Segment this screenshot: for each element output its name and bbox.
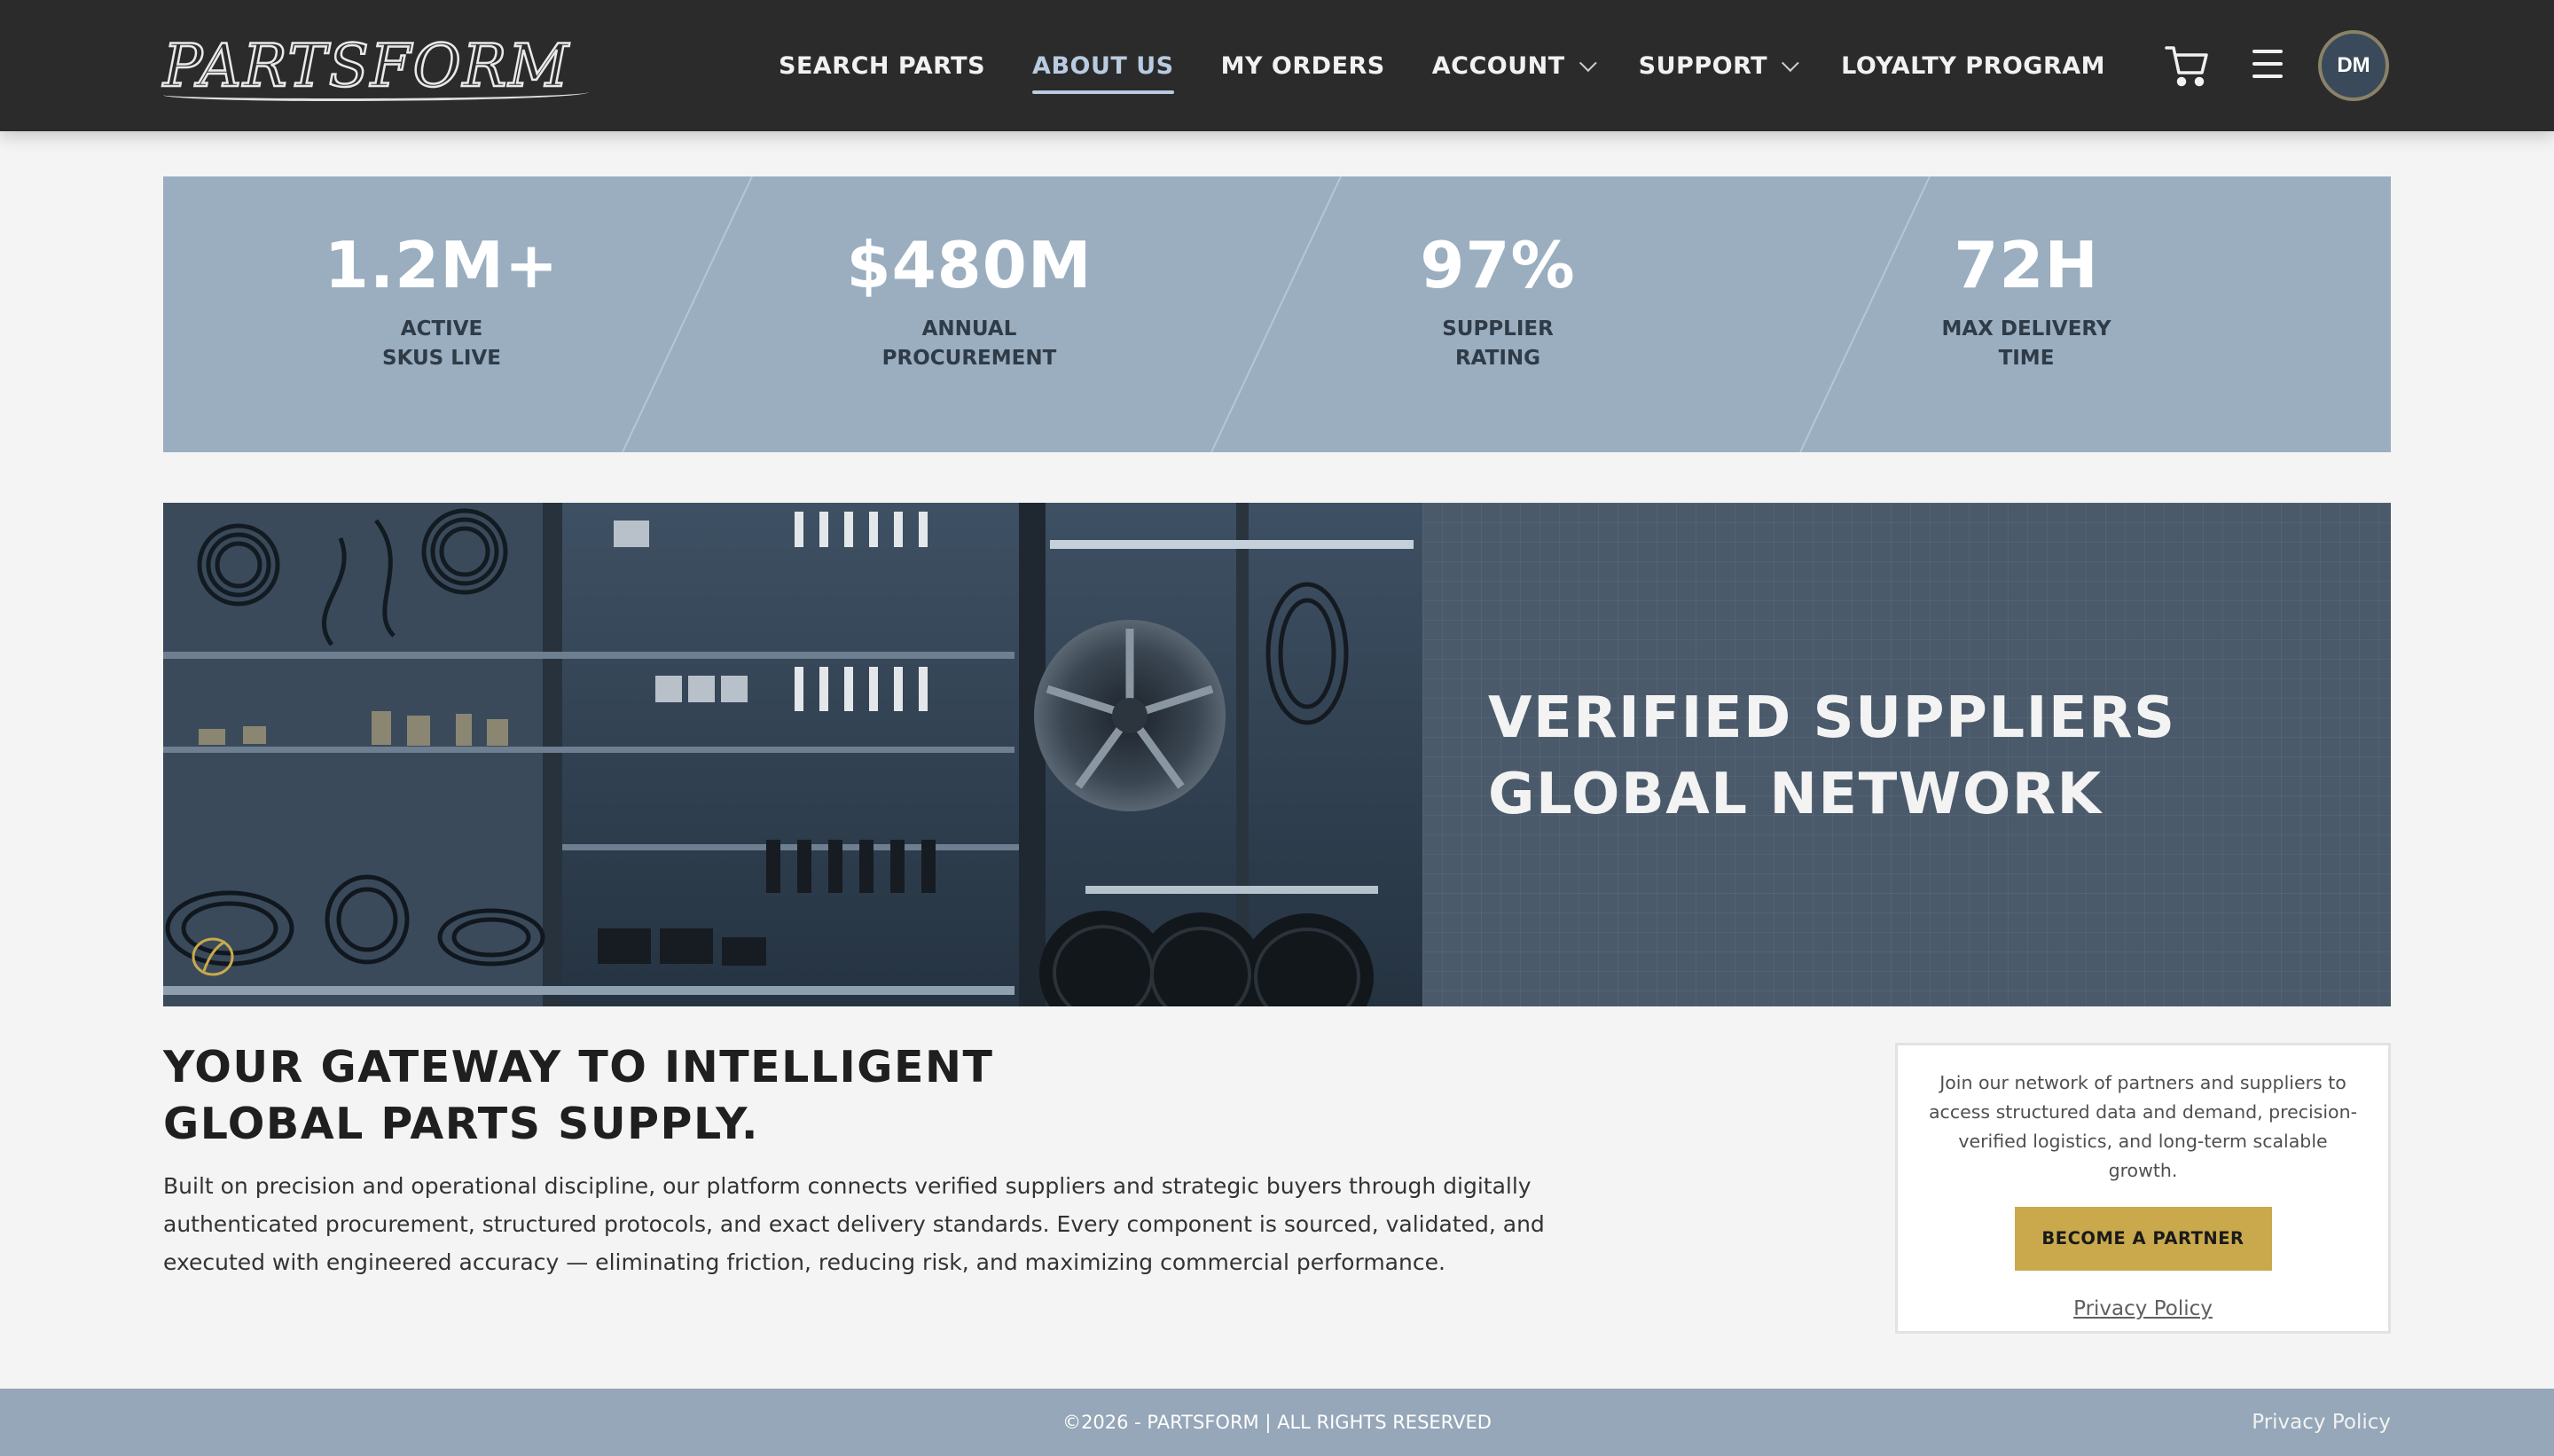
stat-label: ANNUAL PROCUREMENT [881, 317, 1057, 370]
hero-title: VERIFIED SUPPLIERS GLOBAL NETWORK [1488, 680, 2286, 833]
gateway-heading: YOUR GATEWAY TO INTELLIGENT GLOBAL PARTS… [163, 1039, 1316, 1153]
hero-title-line-1: VERIFIED SUPPLIERS [1488, 685, 2176, 751]
gateway-heading-line-2: GLOBAL PARTS SUPPLY. [163, 1099, 760, 1149]
nav-about-us[interactable]: ABOUT US [1032, 51, 1174, 94]
nav-search-parts-label: SEARCH PARTS [779, 51, 986, 80]
site-header: PARTSFORM SEARCH PARTS ABOUT US MY ORDER… [0, 0, 2554, 131]
partner-card: Join our network of partners and supplie… [1895, 1043, 2391, 1334]
stat-label: MAX DELIVERY TIME [1941, 317, 2111, 370]
stats-banner: 1.2M+ ACTIVE SKUS LIVE $480M ANNUAL PROC… [163, 176, 2391, 452]
become-a-partner-button[interactable]: BECOME A PARTNER [2014, 1207, 2272, 1271]
site-footer: ©2026 - PARTSFORM | ALL RIGHTS RESERVED … [0, 1389, 2554, 1456]
stat-label: SUPPLIER RATING [1442, 317, 1554, 370]
nav-loyalty-program[interactable]: LOYALTY PROGRAM [1841, 52, 2105, 80]
nav-support-label: SUPPORT [1638, 51, 1768, 80]
parts-shelf-image [163, 503, 1422, 1006]
partsform-logo[interactable]: PARTSFORM [162, 21, 589, 110]
nav-my-orders[interactable]: MY ORDERS [1221, 52, 1385, 80]
chevron-down-icon [1579, 54, 1597, 73]
stat-value: 1.2M+ [324, 228, 560, 302]
footer-copyright: ©2026 - PARTSFORM | ALL RIGHTS RESERVED [1062, 1412, 1492, 1433]
hero-title-line-2: GLOBAL NETWORK [1488, 762, 2103, 827]
stat-label: ACTIVE SKUS LIVE [382, 317, 501, 370]
nav-loyalty-program-label: LOYALTY PROGRAM [1841, 51, 2106, 80]
partner-privacy-policy-link[interactable]: Privacy Policy [1898, 1297, 2388, 1320]
avatar-initials: DM [2337, 53, 2370, 77]
stat-annual-procurement: $480M ANNUAL PROCUREMENT [691, 176, 1248, 452]
stat-value: 72H [1954, 228, 2099, 302]
stat-value: 97% [1420, 228, 1576, 302]
nav-about-us-label: ABOUT US [1032, 51, 1174, 80]
stat-value: $480M [846, 228, 1093, 302]
gateway-heading-line-1: YOUR GATEWAY TO INTELLIGENT [163, 1042, 994, 1092]
gateway-description: Built on precision and operational disci… [163, 1173, 1545, 1275]
footer-privacy-policy-link[interactable]: Privacy Policy [2252, 1389, 2391, 1456]
nav-search-parts[interactable]: SEARCH PARTS [779, 52, 985, 80]
nav-support[interactable]: SUPPORT [1638, 51, 1799, 80]
stat-active-skus: 1.2M+ ACTIVE SKUS LIVE [163, 176, 720, 452]
nav-my-orders-label: MY ORDERS [1220, 51, 1385, 80]
hero-text-panel: VERIFIED SUPPLIERS GLOBAL NETWORK [1422, 503, 2391, 1006]
chevron-down-icon [1782, 54, 1799, 73]
stat-supplier-rating: 97% SUPPLIER RATING [1219, 176, 1776, 452]
cart-icon[interactable] [2164, 44, 2210, 87]
user-avatar[interactable]: DM [2318, 30, 2389, 101]
hamburger-menu-icon[interactable] [2252, 50, 2283, 78]
hero-section: VERIFIED SUPPLIERS GLOBAL NETWORK [163, 503, 2391, 1006]
nav-account[interactable]: ACCOUNT [1431, 51, 1597, 80]
partner-description: Join our network of partners and supplie… [1928, 1072, 2357, 1181]
stat-max-delivery: 72H MAX DELIVERY TIME [1748, 176, 2305, 452]
main-nav: SEARCH PARTS ABOUT US MY ORDERS ACCOUNT … [779, 0, 2105, 131]
nav-account-label: ACCOUNT [1431, 51, 1565, 80]
